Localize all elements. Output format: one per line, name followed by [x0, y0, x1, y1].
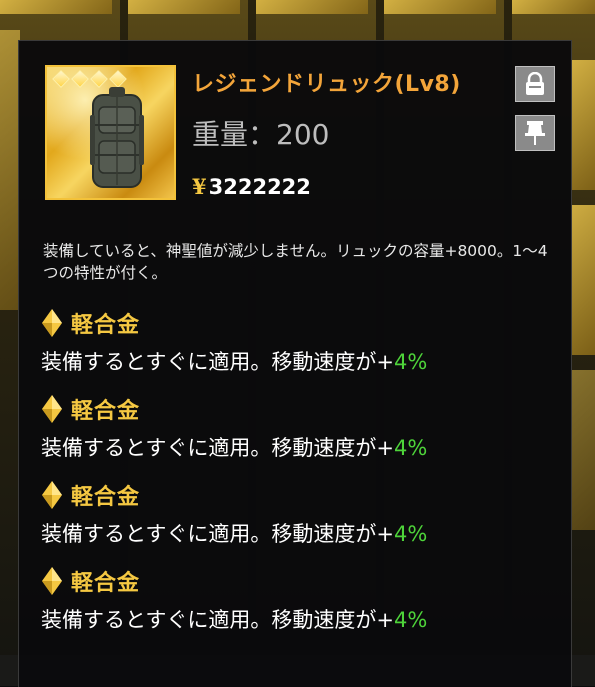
background-inventory-slot	[512, 0, 595, 14]
item-description: 装備していると、神聖値が減少しません。リュックの容量+8000。1～4つの特性が…	[43, 242, 548, 282]
trait-name: 軽合金	[71, 485, 141, 510]
grade-star-icon	[52, 70, 70, 88]
background-inventory-slot	[256, 0, 368, 14]
item-icon-frame	[45, 65, 176, 200]
trait-effect: 装備するとすぐに適用。移動速度が+4%	[41, 518, 551, 548]
price-value: 3222222	[208, 175, 311, 199]
trait-bonus-value: 4%	[393, 522, 428, 546]
background-inventory-slot	[572, 370, 595, 530]
trait-entry: 軽合金 装備するとすぐに適用。移動速度が+4%	[41, 564, 551, 634]
pin-icon	[525, 121, 545, 145]
diamond-gem-icon	[42, 395, 62, 423]
trait-name: 軽合金	[71, 399, 141, 424]
yen-icon: ¥	[192, 174, 207, 199]
weight-label: 重量：	[192, 118, 277, 151]
item-price: ¥3222222	[192, 174, 311, 199]
trait-bonus-value: 4%	[393, 436, 428, 460]
trait-bonus-value: 4%	[393, 350, 428, 374]
diamond-gem-icon	[42, 481, 62, 509]
trait-effect: 装備するとすぐに適用。移動速度が+4%	[41, 604, 551, 634]
background-inventory-slot	[572, 60, 595, 190]
trait-effect-text: 装備するとすぐに適用。移動速度が+	[41, 608, 394, 632]
diamond-gem-icon	[42, 567, 62, 595]
trait-entry: 軽合金 装備するとすぐに適用。移動速度が+4%	[41, 306, 551, 376]
trait-name: 軽合金	[71, 571, 141, 596]
trait-effect-text: 装備するとすぐに適用。移動速度が+	[41, 522, 394, 546]
trait-effect: 装備するとすぐに適用。移動速度が+4%	[41, 346, 551, 376]
diamond-gem-icon	[42, 309, 62, 337]
background-inventory-slot	[0, 0, 112, 14]
background-inventory-slot	[128, 0, 240, 14]
trait-entry: 軽合金 装備するとすぐに適用。移動速度が+4%	[41, 392, 551, 462]
trait-effect: 装備するとすぐに適用。移動速度が+4%	[41, 432, 551, 462]
weight-value: 200	[276, 118, 330, 151]
trait-effect-text: 装備するとすぐに適用。移動速度が+	[41, 436, 394, 460]
trait-entry: 軽合金 装備するとすぐに適用。移動速度が+4%	[41, 478, 551, 548]
background-inventory-slot	[0, 30, 20, 310]
lock-icon	[526, 72, 544, 95]
item-name: レジェンドリュック(Lv8)	[192, 72, 461, 97]
backpack-icon	[90, 87, 144, 188]
lock-button[interactable]	[515, 66, 555, 102]
item-weight: 重量：200	[192, 113, 329, 153]
pin-button[interactable]	[515, 115, 555, 151]
trait-effect-text: 装備するとすぐに適用。移動速度が+	[41, 350, 394, 374]
background-inventory-slot	[384, 0, 496, 14]
trait-bonus-value: 4%	[393, 608, 428, 632]
background-inventory-slot	[572, 205, 595, 355]
trait-name: 軽合金	[71, 313, 141, 338]
